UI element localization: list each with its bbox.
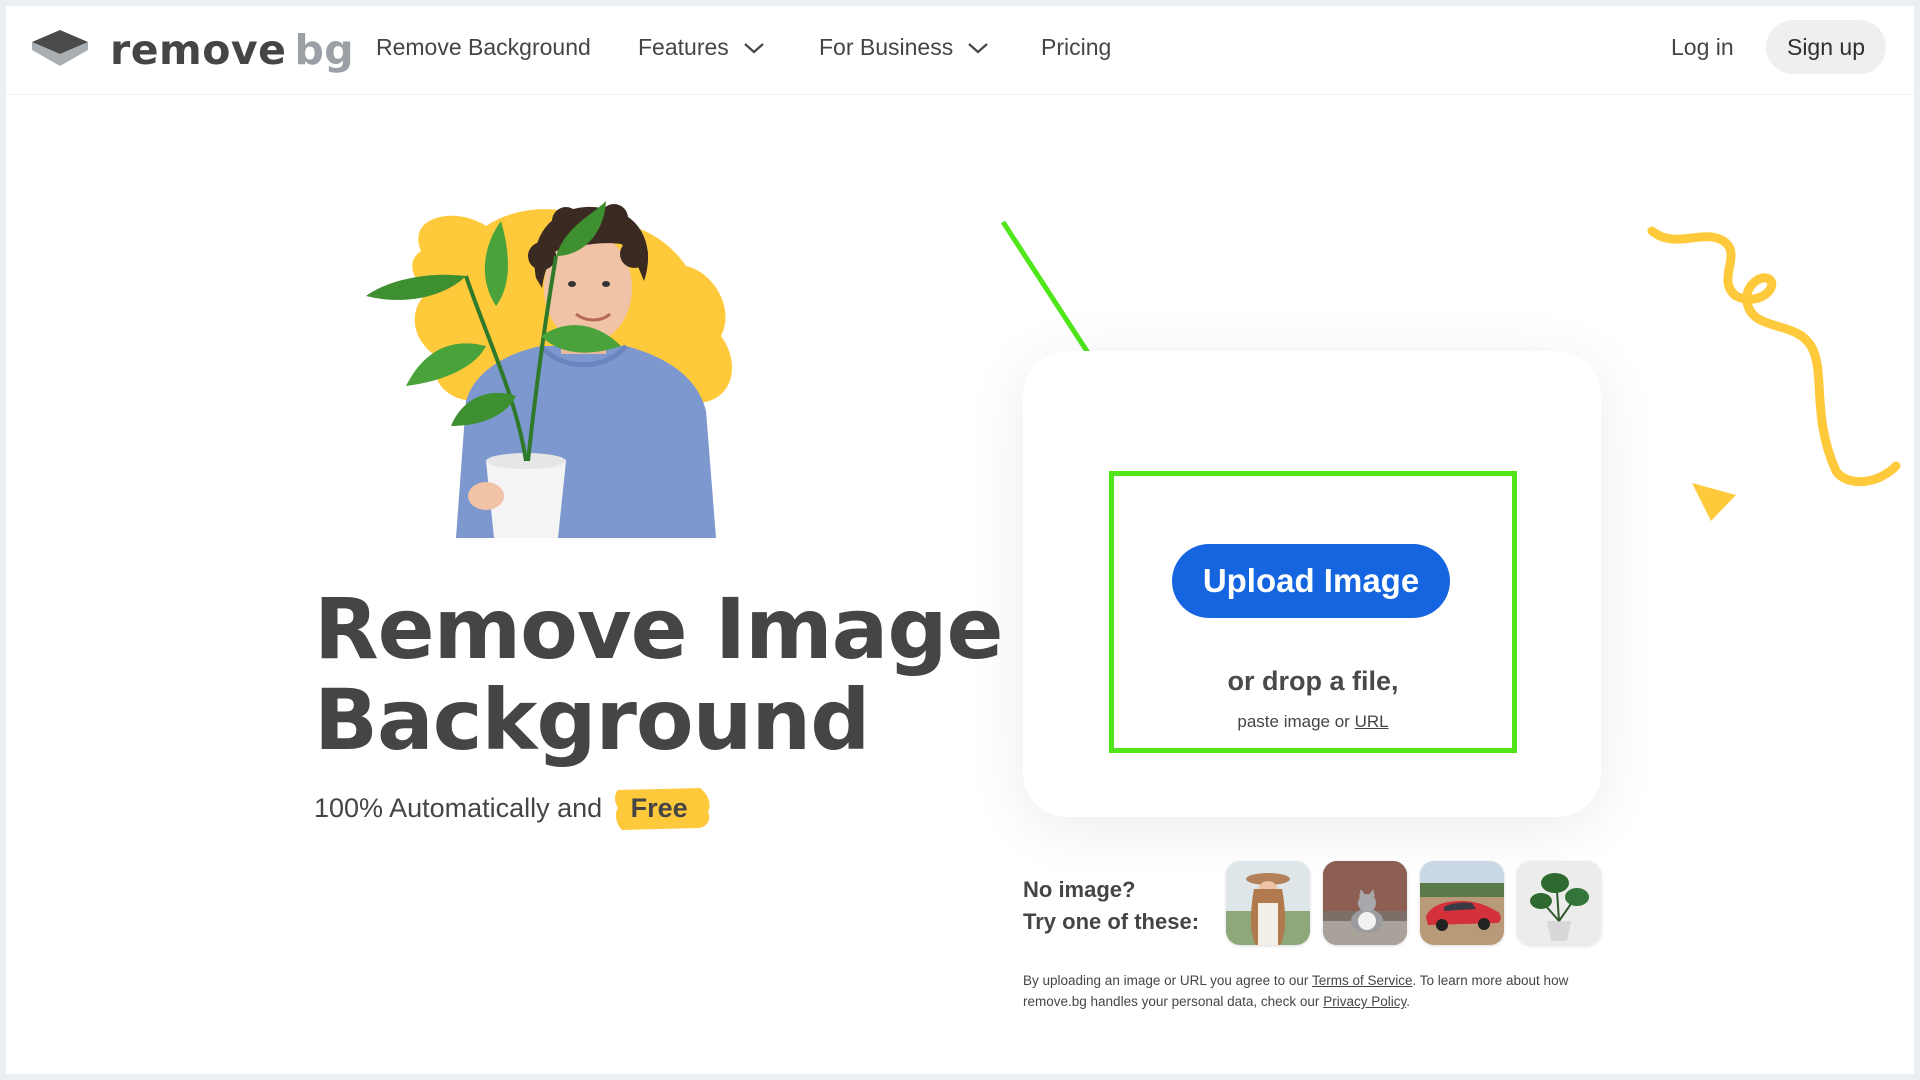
top-navigation-bar: remove bg Remove Background Features For … bbox=[6, 6, 1914, 95]
car-photo-icon bbox=[1420, 861, 1504, 945]
logo-text: remove bg bbox=[110, 29, 354, 71]
free-badge-text: Free bbox=[630, 792, 688, 823]
login-link[interactable]: Log in bbox=[1671, 34, 1734, 61]
hero-subtitle-text: 100% Automatically and bbox=[314, 792, 603, 823]
sample-plant-thumbnail[interactable] bbox=[1517, 861, 1601, 945]
url-link[interactable]: URL bbox=[1355, 712, 1389, 731]
sample-images-label: No image? Try one of these: bbox=[1023, 874, 1199, 938]
page: remove bg Remove Background Features For … bbox=[6, 6, 1914, 1074]
upload-image-button[interactable]: Upload Image bbox=[1172, 544, 1450, 618]
chevron-down-icon bbox=[968, 42, 988, 53]
try-these-text: Try one of these: bbox=[1023, 909, 1200, 934]
logo[interactable]: remove bg bbox=[30, 26, 354, 74]
hero-title-line1: Remove Image bbox=[314, 580, 1003, 678]
sample-car-thumbnail[interactable] bbox=[1420, 861, 1504, 945]
hero-subtitle: 100% Automatically and Free bbox=[314, 784, 712, 832]
nav-remove-background-label: Remove Background bbox=[376, 34, 591, 60]
logo-word-bg: bg bbox=[294, 25, 355, 74]
hero-title: Remove Image Background bbox=[314, 584, 1034, 766]
sample-woman-thumbnail[interactable] bbox=[1226, 861, 1310, 945]
paste-image-text: paste image or URL bbox=[1109, 712, 1517, 732]
sample-thumbnails bbox=[1226, 861, 1601, 945]
nav-pricing-label: Pricing bbox=[1041, 34, 1112, 60]
free-badge: Free bbox=[612, 784, 712, 832]
chevron-down-icon bbox=[744, 42, 764, 53]
cat-photo-icon bbox=[1323, 861, 1407, 945]
nav-remove-background[interactable]: Remove Background bbox=[376, 34, 591, 61]
nav-for-business[interactable]: For Business bbox=[819, 34, 989, 61]
no-image-text: No image? bbox=[1023, 877, 1136, 902]
legal-text-part1: By uploading an image or URL you agree t… bbox=[1023, 973, 1309, 988]
nav-features-label: Features bbox=[638, 34, 729, 60]
hero-title-line2: Background bbox=[314, 671, 870, 769]
layers-logo-icon bbox=[32, 30, 88, 66]
legal-text-part3: . bbox=[1406, 994, 1410, 1009]
yellow-squiggle-decoration-icon bbox=[1647, 226, 1901, 521]
legal-notice: By uploading an image or URL you agree t… bbox=[1023, 970, 1623, 1012]
privacy-policy-link[interactable]: Privacy Policy bbox=[1323, 994, 1406, 1009]
paste-image-prefix: paste image or bbox=[1237, 712, 1350, 731]
logo-word-remove: remove bbox=[110, 25, 287, 74]
hero-person-with-plant-image bbox=[366, 201, 733, 538]
terms-of-service-link[interactable]: Terms of Service bbox=[1312, 973, 1413, 988]
nav-pricing[interactable]: Pricing bbox=[1041, 34, 1111, 61]
plant-photo-icon bbox=[1517, 861, 1601, 945]
nav-features[interactable]: Features bbox=[638, 34, 765, 61]
signup-button[interactable]: Sign up bbox=[1766, 20, 1886, 74]
drop-file-text: or drop a file, bbox=[1227, 666, 1399, 696]
nav-for-business-label: For Business bbox=[819, 34, 954, 60]
woman-photo-icon bbox=[1226, 861, 1310, 945]
sample-cat-thumbnail[interactable] bbox=[1323, 861, 1407, 945]
